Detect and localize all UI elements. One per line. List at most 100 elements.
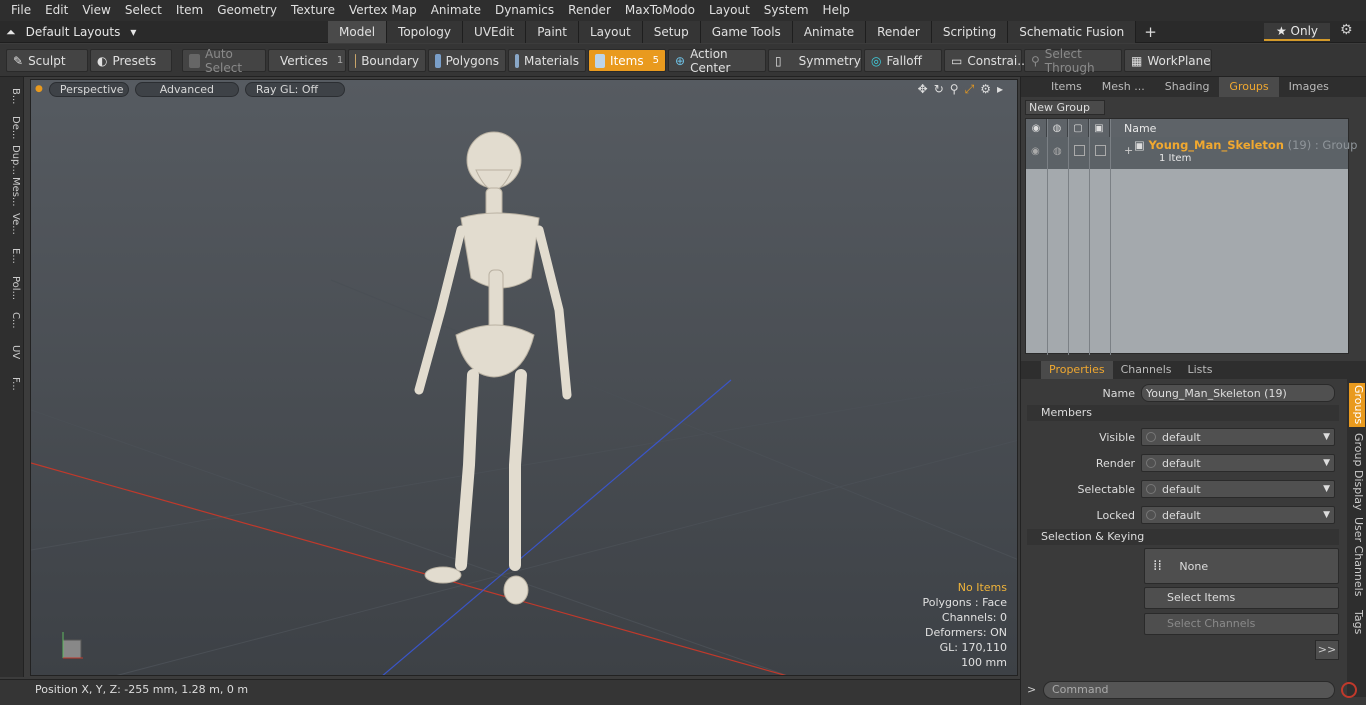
side-tab-groups[interactable]: Groups [1349, 383, 1365, 427]
3d-viewport[interactable]: ● Perspective Advanced Ray GL: Off ✥ ↻ ⚲… [30, 79, 1018, 676]
panel-tab-shading[interactable]: Shading [1155, 77, 1220, 97]
raygl-button[interactable]: Ray GL: Off [244, 81, 345, 97]
play-icon[interactable]: ▸ [997, 82, 1003, 97]
members-section[interactable]: Members [1027, 405, 1339, 421]
eye-icon[interactable]: ◉ [1026, 119, 1047, 137]
symmetry-button[interactable]: ▯ Symmetry [768, 49, 862, 72]
menu-item-maxtomodo[interactable]: MaxToModo [618, 0, 702, 21]
side-tab-group-display[interactable]: Group Display [1349, 433, 1365, 511]
tab-uvedit[interactable]: UVEdit [463, 21, 527, 43]
none-button[interactable]: ⁞⁞ None [1144, 548, 1339, 584]
tab-topology[interactable]: Topology [387, 21, 464, 43]
left-tab-8[interactable]: UV [3, 337, 21, 367]
tab-render[interactable]: Render [866, 21, 932, 43]
menu-item-geometry[interactable]: Geometry [210, 0, 284, 21]
row-select-checkbox[interactable] [1095, 145, 1106, 156]
tab-paint[interactable]: Paint [526, 21, 579, 43]
menu-item-help[interactable]: Help [816, 0, 857, 21]
only-toggle[interactable]: ★ Only [1264, 23, 1330, 41]
select-channels-button[interactable]: Select Channels [1144, 613, 1339, 635]
advanced-button[interactable]: Advanced [134, 81, 239, 97]
vertices-button[interactable]: Vertices 1 [268, 49, 346, 72]
rotate-view-icon[interactable]: ↻ [934, 82, 944, 97]
zoom-view-icon[interactable]: ⚲ [950, 82, 959, 97]
select-through-button[interactable]: ⚲ Select Through [1024, 47, 1122, 75]
side-tab-tags[interactable]: Tags [1349, 603, 1365, 641]
visible-select[interactable]: default ▼ [1141, 428, 1335, 446]
command-input[interactable]: Command [1043, 681, 1335, 699]
side-tab-user-channels[interactable]: User Channels [1349, 517, 1365, 597]
menu-item-animate[interactable]: Animate [424, 0, 488, 21]
lock-icon[interactable]: ▢ [1068, 119, 1089, 137]
skeleton-model[interactable] [414, 131, 572, 605]
select-items-button[interactable]: Select Items [1144, 587, 1339, 609]
boundary-button[interactable]: Boundary [348, 49, 426, 72]
tab-layout[interactable]: Layout [578, 21, 643, 43]
panel-tab-images[interactable]: Images [1279, 77, 1339, 97]
left-tab-7[interactable]: C... [3, 305, 21, 335]
menu-item-file[interactable]: File [4, 0, 38, 21]
menu-item-dynamics[interactable]: Dynamics [488, 0, 561, 21]
menu-item-select[interactable]: Select [118, 0, 169, 21]
tab-game-tools[interactable]: Game Tools [700, 21, 793, 43]
sculpt-button[interactable]: ✎ Sculpt [6, 49, 88, 72]
record-icon[interactable] [1341, 682, 1357, 698]
add-tab-button[interactable]: + [1136, 21, 1165, 43]
menu-item-item[interactable]: Item [169, 0, 210, 21]
tab-setup[interactable]: Setup [642, 21, 701, 43]
presets-button[interactable]: ◐ Presets [90, 49, 172, 72]
viewport-gear-icon[interactable]: ⚙ [980, 82, 991, 97]
tab-schematic-fusion[interactable]: Schematic Fusion [1008, 21, 1137, 43]
maximize-icon[interactable]: ⤢ [965, 82, 975, 97]
action-center-button[interactable]: ⊕ Action Center [668, 47, 766, 75]
constraints-button[interactable]: ▭ Constrai... [944, 49, 1029, 72]
left-tab-4[interactable]: Ve... [3, 209, 21, 239]
panel-tab-items[interactable]: Items [1041, 77, 1092, 97]
left-tab-6[interactable]: Pol... [3, 273, 21, 303]
render-icon[interactable]: ◍ [1047, 119, 1068, 137]
menu-item-layout[interactable]: Layout [702, 0, 757, 21]
perspective-button[interactable]: Perspective [48, 81, 129, 97]
tab-animate[interactable]: Animate [792, 21, 867, 43]
left-tab-0[interactable]: B... [3, 81, 21, 111]
row-render-icon[interactable]: ◍ [1053, 146, 1062, 157]
falloff-button[interactable]: ◎ Falloff [864, 49, 942, 72]
move-view-icon[interactable]: ✥ [918, 82, 928, 97]
left-tab-2[interactable]: Dup... [3, 145, 21, 175]
gear-icon[interactable]: ⚙ [1340, 22, 1353, 38]
props-tab-channels[interactable]: Channels [1113, 361, 1180, 379]
selection-keying-section[interactable]: Selection & Keying [1027, 529, 1339, 545]
props-tab-properties[interactable]: Properties [1041, 361, 1113, 379]
menu-item-system[interactable]: System [757, 0, 816, 21]
menu-item-render[interactable]: Render [561, 0, 618, 21]
props-tab-lists[interactable]: Lists [1180, 361, 1221, 379]
name-field[interactable]: Young_Man_Skeleton (19) [1141, 384, 1335, 402]
panel-tab-mesh[interactable]: Mesh ... [1092, 77, 1155, 97]
tab-scripting[interactable]: Scripting [931, 21, 1009, 43]
menu-item-edit[interactable]: Edit [38, 0, 75, 21]
select-icon[interactable]: ▣ [1089, 119, 1110, 137]
row-lock-checkbox[interactable] [1074, 145, 1085, 156]
row-eye-icon[interactable]: ◉ [1031, 146, 1040, 157]
layouts-dropdown[interactable]: ⏶ Default Layouts ▾ [6, 21, 136, 43]
materials-button[interactable]: Materials [508, 49, 586, 72]
locked-select[interactable]: default ▼ [1141, 506, 1335, 524]
menu-item-view[interactable]: View [75, 0, 117, 21]
more-button[interactable]: >> [1315, 640, 1339, 660]
menu-item-texture[interactable]: Texture [284, 0, 342, 21]
workplane-button[interactable]: ▦ WorkPlane [1124, 49, 1212, 72]
left-tab-3[interactable]: Mes... [3, 177, 21, 207]
selectable-select[interactable]: default ▼ [1141, 480, 1335, 498]
expand-icon[interactable]: + [1124, 144, 1133, 157]
menu-item-vertex-map[interactable]: Vertex Map [342, 0, 424, 21]
group-row[interactable]: ◉ ◍ + ▣ Young_Man_Skeleton (19) : Group … [1026, 137, 1357, 169]
left-tab-9[interactable]: F... [3, 369, 21, 399]
render-select[interactable]: default ▼ [1141, 454, 1335, 472]
auto-select-button[interactable]: Auto Select [182, 47, 266, 75]
left-tab-1[interactable]: De... [3, 113, 21, 143]
left-tab-5[interactable]: E... [3, 241, 21, 271]
polygons-button[interactable]: Polygons [428, 49, 506, 72]
tab-model[interactable]: Model [328, 21, 388, 43]
new-group-button[interactable]: New Group [1025, 100, 1105, 115]
panel-tab-groups[interactable]: Groups [1219, 77, 1279, 97]
